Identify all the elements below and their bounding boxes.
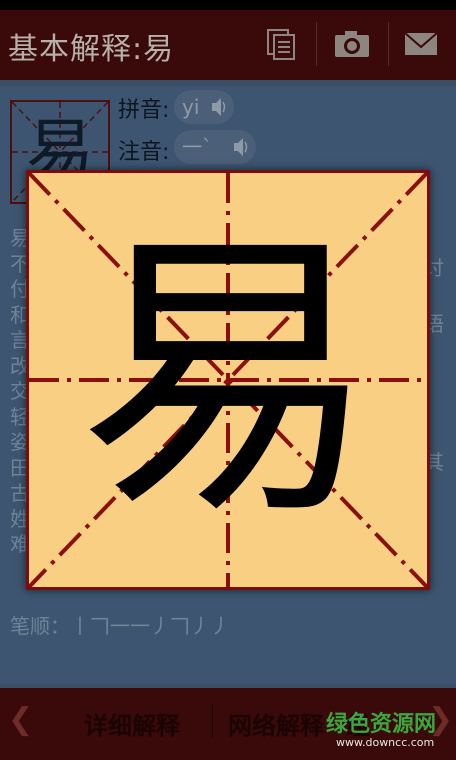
pinyin-value: yi: [182, 95, 200, 119]
tab-divider: [212, 704, 213, 738]
app-header: 基本解释:易: [0, 10, 456, 80]
page-title: 基本解释:易: [8, 32, 175, 67]
header-divider: [316, 22, 317, 66]
zhuyin-value: 一ˋ: [182, 135, 212, 159]
speaker-icon: [232, 130, 250, 174]
tab-detailed-explanation[interactable]: 详细解释: [84, 706, 180, 741]
bottom-nav: ❮ 详细解释 网络解释 组 ❯ 绿色资源网 www.downcc.com: [0, 688, 456, 760]
header-divider: [388, 22, 389, 66]
character-popup[interactable]: 易: [26, 170, 430, 590]
speaker-icon: [210, 90, 228, 134]
watermark-text: 绿色资源网: [326, 712, 437, 737]
camera-icon[interactable]: [332, 26, 372, 62]
mail-icon[interactable]: [402, 26, 442, 62]
copy-icon[interactable]: [262, 26, 302, 62]
status-bar: [0, 0, 456, 10]
pinyin-audio-button[interactable]: yi: [174, 90, 234, 124]
watermark-url: www.downcc.com: [336, 736, 435, 749]
zhuyin-label: 注音:: [118, 140, 170, 165]
stroke-order: 笔顺：丨𠃍一一丿𠃍丿丿: [10, 614, 230, 638]
enlarged-character: 易: [78, 205, 378, 554]
prev-arrow-icon[interactable]: ❮: [8, 702, 33, 737]
tab-web-explanation[interactable]: 网络解释: [228, 706, 324, 741]
zhuyin-audio-button[interactable]: 一ˋ: [174, 130, 256, 164]
pinyin-label: 拼音:: [118, 98, 170, 123]
